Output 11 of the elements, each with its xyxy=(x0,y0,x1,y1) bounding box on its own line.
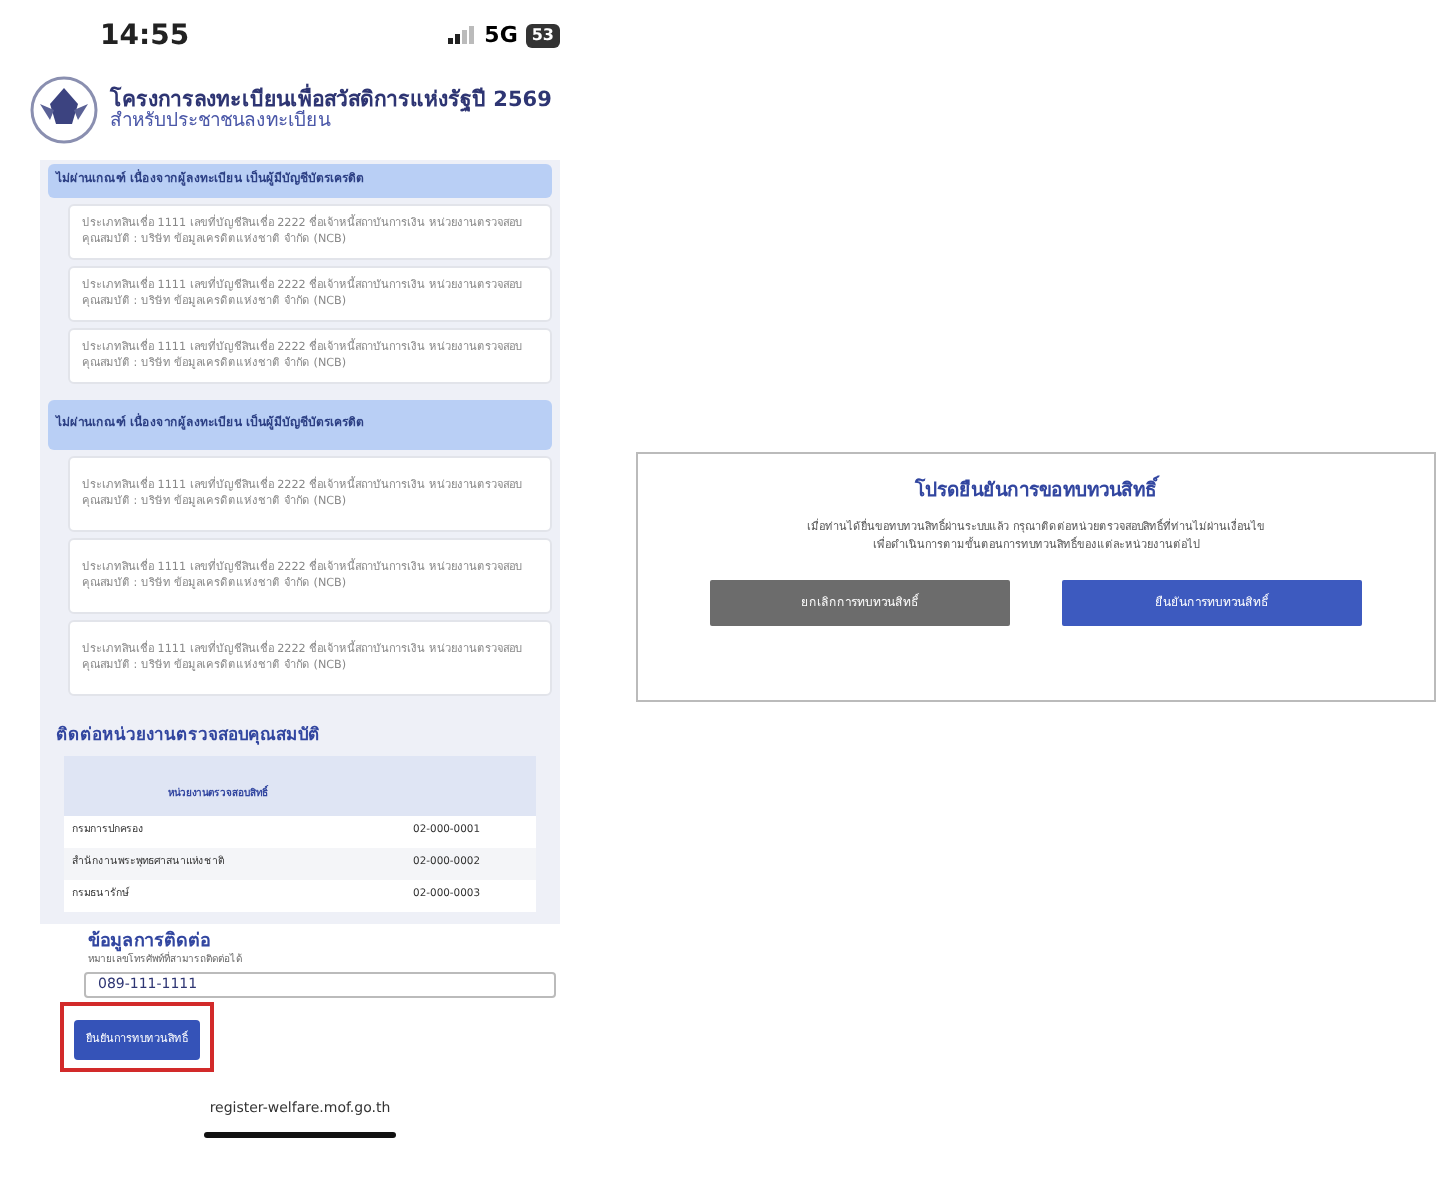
emblem-icon xyxy=(30,76,98,144)
home-indicator[interactable] xyxy=(204,1132,396,1139)
status-time: 14:55 xyxy=(100,19,190,53)
network-label: 5G xyxy=(484,23,518,49)
page-subtitle: สำหรับประชาชนลงทะเบียน xyxy=(110,111,331,133)
page-title: โครงการลงทะเบียนเพื่อสวัสดิการแห่งรัฐปี 2569 xyxy=(110,87,552,112)
section-title: ติดต่อหน่วยงานตรวจสอบคุณสมบัติ xyxy=(56,727,322,748)
dialog-title: โปรดยืนยันการขอทบทวนสิทธิ์ xyxy=(915,474,1157,504)
section-title: ข้อมูลการติดต่อ xyxy=(88,931,210,952)
battery-indicator: 53 xyxy=(525,24,560,48)
signal-icon xyxy=(448,26,477,45)
